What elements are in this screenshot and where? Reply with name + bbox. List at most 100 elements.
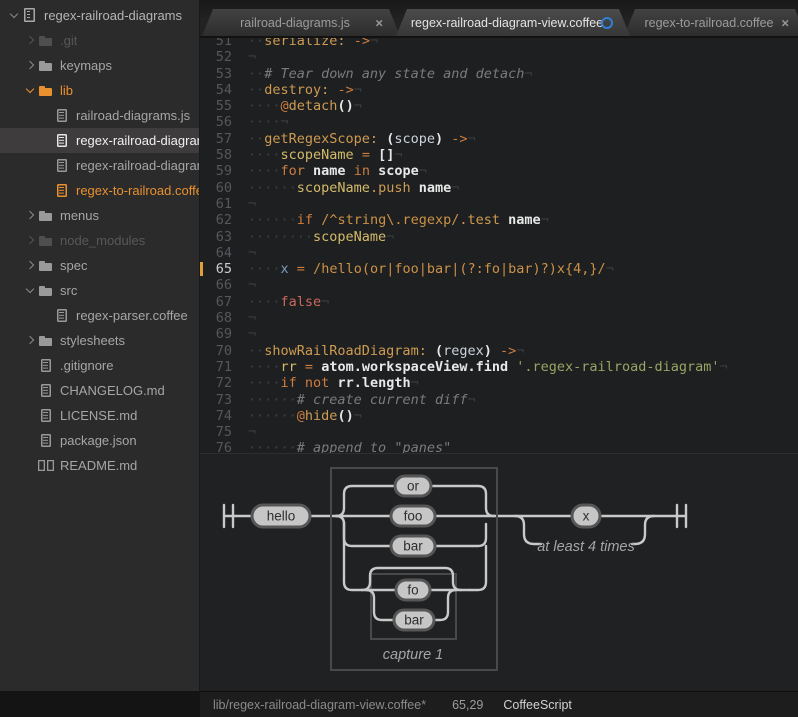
status-file-path: lib/regex-railroad-diagram-view.coffee*: [213, 697, 427, 712]
line-number: 69: [215, 326, 232, 343]
chevron-down-icon[interactable]: [6, 8, 22, 24]
folder-icon: [38, 258, 54, 274]
tab[interactable]: railroad-diagrams.js ×: [202, 9, 400, 36]
code-line[interactable]: 76 ······# append to "panes": [200, 440, 798, 453]
chevron-right-icon[interactable]: [22, 333, 38, 349]
code-line[interactable]: 61 ¬: [200, 196, 798, 212]
tree-item[interactable]: railroad-diagrams.js: [0, 103, 199, 128]
code-line[interactable]: 72 ····if not rr.length¬: [200, 375, 798, 391]
svg-text:foo: foo: [404, 509, 423, 524]
code-line[interactable]: 60 ······scopeName.push name¬: [200, 180, 798, 196]
code-line[interactable]: 70 ··showRailRoadDiagram: (regex) ->¬: [200, 343, 798, 359]
status-grammar: CoffeeScript: [503, 697, 572, 712]
diagram-node-bar: bar: [389, 534, 437, 558]
tree-item[interactable]: package.json: [0, 428, 199, 453]
tree-item[interactable]: node_modules: [0, 228, 199, 253]
diagram-node-foo: foo: [389, 504, 437, 528]
chevron-down-icon[interactable]: [22, 83, 38, 99]
line-number: 73: [215, 391, 232, 408]
code-line[interactable]: 56 ····¬: [200, 114, 798, 130]
code-line[interactable]: 75 ¬: [200, 424, 798, 440]
line-number: 72: [215, 375, 232, 392]
tree-item[interactable]: README.md: [0, 453, 199, 478]
tab-close-icon[interactable]: ×: [781, 16, 789, 29]
item-label: regex-to-railroad.coffee: [76, 183, 199, 198]
tree-item[interactable]: regex-railroad-diagram.coffee: [0, 153, 199, 178]
status-cursor-position: 65,29: [452, 697, 484, 712]
tree-item[interactable]: regex-railroad-diagrams: [0, 3, 199, 28]
code-line[interactable]: 68 ¬: [200, 310, 798, 326]
tree-item[interactable]: lib: [0, 78, 199, 103]
tree-item[interactable]: spec: [0, 253, 199, 278]
line-content: ··showRailRoadDiagram: (regex) ->¬: [248, 342, 525, 359]
chevron-right-icon[interactable]: [22, 233, 38, 249]
tree-item[interactable]: .git: [0, 28, 199, 53]
file-icon: [54, 308, 70, 324]
code-line[interactable]: 54 ··destroy: ->¬: [200, 82, 798, 98]
code-line[interactable]: 64 ¬: [200, 245, 798, 261]
code-line[interactable]: 71 ····rr = atom.workspaceView.find '.re…: [200, 359, 798, 375]
code-line[interactable]: 66 ¬: [200, 277, 798, 293]
code-line[interactable]: 74 ······@hide()¬: [200, 408, 798, 424]
folder-icon: [38, 233, 54, 249]
tab-label: railroad-diagrams.js: [240, 15, 350, 30]
code-line[interactable]: 62 ······if /^string\.regexp/.test name¬: [200, 212, 798, 228]
line-content: ········scopeName¬: [248, 228, 395, 245]
code-line[interactable]: 63 ········scopeName¬: [200, 229, 798, 245]
code-line[interactable]: 69 ¬: [200, 326, 798, 342]
code-line[interactable]: 52 ¬: [200, 49, 798, 65]
code-line[interactable]: 53 ··# Tear down any state and detach¬: [200, 66, 798, 82]
item-label: lib: [60, 83, 74, 98]
capture-group-caption: capture 1: [383, 647, 443, 663]
tree-item[interactable]: src: [0, 278, 199, 303]
tab-close-icon[interactable]: ×: [375, 16, 383, 29]
tree-item[interactable]: regex-to-railroad.coffee: [0, 178, 199, 203]
code-line[interactable]: 58 ····scopeName = []¬: [200, 147, 798, 163]
code-line[interactable]: 73 ······# create current diff¬: [200, 392, 798, 408]
item-label: stylesheets: [60, 333, 126, 348]
tree-item[interactable]: stylesheets: [0, 328, 199, 353]
code-line[interactable]: 57 ··getRegexScope: (scope) ->¬: [200, 131, 798, 147]
line-content: ¬: [248, 424, 257, 441]
line-content: ¬: [248, 310, 257, 327]
file-icon: [38, 358, 54, 374]
line-number: 52: [215, 49, 232, 66]
code-line[interactable]: 55 ····@detach()¬: [200, 98, 798, 114]
chevron-down-icon[interactable]: [22, 283, 38, 299]
line-number: 64: [215, 244, 232, 261]
status-bar: lib/regex-railroad-diagram-view.coffee* …: [200, 691, 798, 717]
line-number: 60: [215, 179, 232, 196]
modified-indicator-icon[interactable]: [601, 17, 613, 29]
item-label: regex-railroad-diagram-view.coffee: [76, 133, 199, 148]
line-number: 75: [215, 424, 232, 441]
tree-item[interactable]: keymaps: [0, 53, 199, 78]
line-content: ¬: [248, 277, 257, 294]
svg-text:x: x: [583, 509, 590, 524]
tree-item[interactable]: .gitignore: [0, 353, 199, 378]
tree-item[interactable]: regex-railroad-diagram-view.coffee: [0, 128, 199, 153]
code-line[interactable]: 59 ····for name in scope¬: [200, 163, 798, 179]
tab[interactable]: regex-to-railroad.coffee ×: [624, 9, 798, 36]
tab[interactable]: regex-railroad-diagram-view.coffee: [396, 9, 630, 36]
tree-item[interactable]: CHANGELOG.md: [0, 378, 199, 403]
chevron-right-icon[interactable]: [22, 58, 38, 74]
svg-text:or: or: [407, 479, 420, 494]
code-line[interactable]: 65 ····x = /hello(or|foo|bar|(?:fo|bar)?…: [200, 261, 798, 277]
item-label: node_modules: [60, 233, 146, 248]
line-number: 59: [215, 163, 232, 180]
chevron-right-icon[interactable]: [22, 33, 38, 49]
tree-item[interactable]: menus: [0, 203, 199, 228]
code-line[interactable]: 51 ··serialize: ->¬: [200, 38, 798, 49]
tree-item[interactable]: LICENSE.md: [0, 403, 199, 428]
chevron-right-icon[interactable]: [22, 258, 38, 274]
tree-item[interactable]: regex-parser.coffee: [0, 303, 199, 328]
diagram-node-or: or: [393, 474, 433, 498]
line-content: ······if /^string\.regexp/.test name¬: [248, 212, 549, 229]
code-lines: 51 ··serialize: ->¬ 52 ¬ 53 ··# Tear dow…: [200, 38, 798, 453]
chevron-right-icon[interactable]: [22, 208, 38, 224]
code-line[interactable]: 67 ····false¬: [200, 294, 798, 310]
item-label: regex-railroad-diagram.coffee: [76, 158, 199, 173]
diagram-node-hello: hello: [250, 503, 312, 529]
repeat-caption: at least 4 times: [537, 539, 635, 555]
code-editor[interactable]: 51 ··serialize: ->¬ 52 ¬ 53 ··# Tear dow…: [200, 38, 798, 453]
